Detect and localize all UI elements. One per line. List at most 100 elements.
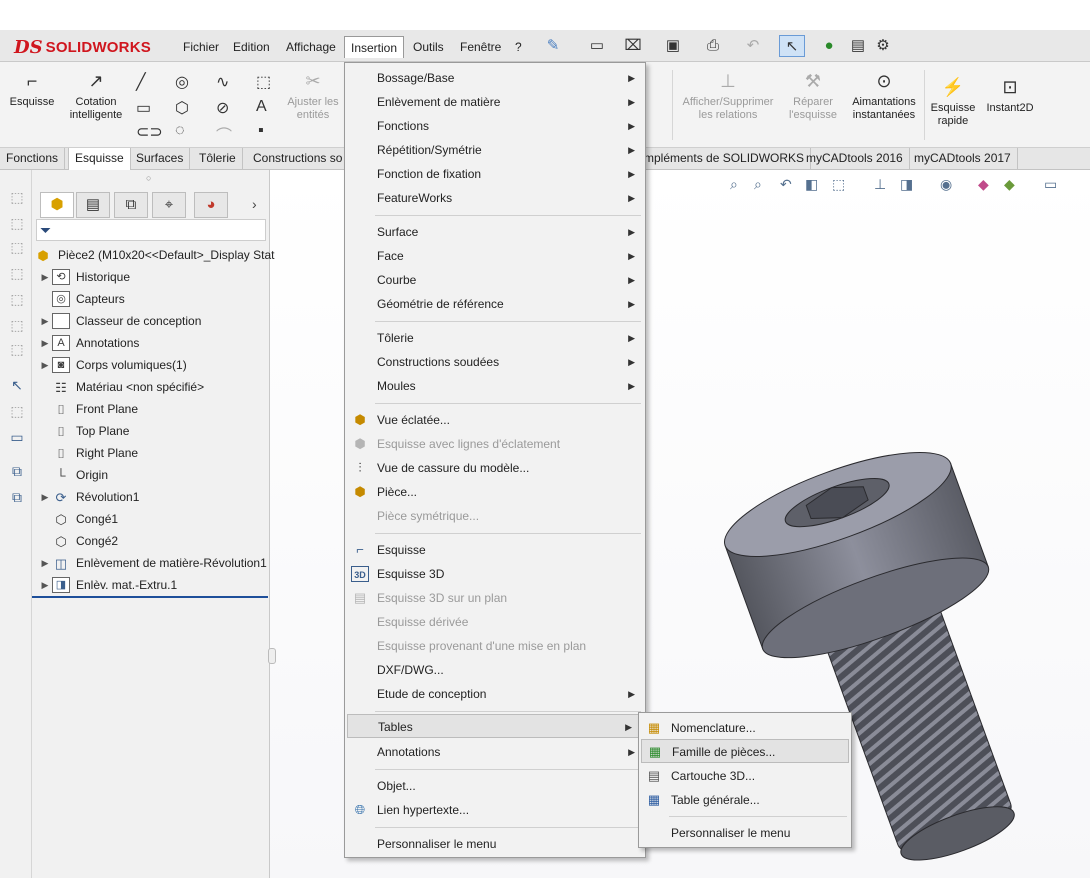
expand-arrow-icon[interactable]: ▶ <box>38 486 52 508</box>
menu-item-bossage-base[interactable]: Bossage/Base ▶ <box>345 66 645 90</box>
options-gear-icon[interactable]: ⚙ <box>870 35 896 57</box>
property-manager-tab-icon[interactable]: ▤ <box>76 192 110 218</box>
zoom-to-area-icon[interactable]: ⌕ <box>754 176 762 193</box>
tab-surfaces[interactable]: Surfaces <box>130 148 191 170</box>
menu-item-repetition-symetrie[interactable]: Répétition/Symétrie ▶ <box>345 138 645 162</box>
menu-item-fonctions[interactable]: Fonctions ▶ <box>345 114 645 138</box>
slot-icon[interactable]: ⊂⊃ <box>136 122 163 142</box>
menu-item-geometrie-reference[interactable]: Géométrie de référence ▶ <box>345 292 645 316</box>
menu-item-personnaliser[interactable]: Personnaliser le menu <box>345 832 645 856</box>
expand-arrow-icon[interactable]: ▶ <box>38 310 52 332</box>
apply-scene-icon[interactable]: ◆ <box>978 176 989 193</box>
spline-icon[interactable]: ∿ <box>216 72 229 92</box>
menu-item-esquisse[interactable]: ⌐ Esquisse <box>345 538 645 562</box>
strip-copy-icon[interactable]: ⧉ <box>8 488 26 506</box>
tab-complements-solidworks[interactable]: mpléments de SOLIDWORKS <box>638 148 812 170</box>
strip-feature-icon[interactable]: ⬚ <box>8 214 26 232</box>
menu-item-vue-cassure[interactable]: ⫶ Vue de cassure du modèle... <box>345 456 645 480</box>
menu-item-annotations[interactable]: Annotations ▶ <box>345 740 645 764</box>
menu-insertion[interactable]: Insertion <box>344 36 405 58</box>
reparer-esquisse-button[interactable]: ⚒ Réparer l'esquisse <box>784 70 842 122</box>
tab-fonctions[interactable]: Fonctions <box>0 148 66 170</box>
fillet-icon[interactable]: ⌒ <box>216 122 232 146</box>
center-mark-icon[interactable]: ▪ <box>258 122 264 140</box>
menu-item-famille-pieces[interactable]: ▦ Famille de pièces... <box>641 739 849 763</box>
menu-item-face[interactable]: Face ▶ <box>345 244 645 268</box>
strip-feature-icon[interactable]: ⬚ <box>8 238 26 256</box>
edit-appearance-icon[interactable]: ◉ <box>940 176 952 193</box>
hide-show-items-icon[interactable]: ◨ <box>900 176 913 193</box>
menu-item-piece[interactable]: ⬢ Pièce... <box>345 480 645 504</box>
tree-item[interactable]: ⬡ Congé1 <box>38 508 118 530</box>
tabs-next-icon[interactable]: › <box>252 196 257 212</box>
tree-item[interactable]: ⌷ Top Plane <box>38 420 129 442</box>
tab-tolerie[interactable]: Tôlerie <box>193 148 243 170</box>
menu-item-esquisse-3d[interactable]: 3D Esquisse 3D <box>345 562 645 586</box>
view-settings-icon[interactable]: ◆ <box>1004 176 1015 193</box>
menu-item-table-generale[interactable]: ▦ Table générale... <box>639 788 851 812</box>
expand-arrow-icon[interactable]: ▶ <box>38 332 52 354</box>
point-icon[interactable]: ◌ <box>175 122 185 140</box>
menu-item-fonction-fixation[interactable]: Fonction de fixation ▶ <box>345 162 645 186</box>
expand-arrow-icon[interactable]: ▶ <box>38 266 52 288</box>
convert-entities-icon[interactable]: ⬚ <box>256 72 271 92</box>
menu-item-constructions-soudees[interactable]: Constructions soudées ▶ <box>345 350 645 374</box>
view-orientation-icon[interactable]: ⬚ <box>832 176 845 193</box>
display-manager-tab-icon[interactable]: ◕ <box>194 192 228 218</box>
open-folder-icon[interactable]: ⌧ <box>620 35 646 57</box>
rebuild-traffic-light-icon[interactable]: ● <box>816 35 842 57</box>
expand-arrow-icon[interactable]: ▶ <box>38 354 52 376</box>
menu-item-featureworks[interactable]: FeatureWorks ▶ <box>345 186 645 210</box>
expand-arrow-icon[interactable]: ▶ <box>38 574 52 596</box>
menu-item-moules[interactable]: Moules ▶ <box>345 374 645 398</box>
afficher-relations-button[interactable]: ⊥ Afficher/Supprimer les relations <box>676 70 780 122</box>
tree-item[interactable]: ▶ ◨ Enlèv. mat.-Extru.1 <box>38 574 177 596</box>
dimxpert-tab-icon[interactable]: ⌖ <box>152 192 186 218</box>
menu-item-etude-conception[interactable]: Etude de conception ▶ <box>345 682 645 706</box>
menu-item-vue-eclatee[interactable]: ⬢ Vue éclatée... <box>345 408 645 432</box>
rectangle-icon[interactable]: ▭ <box>136 98 151 118</box>
menu-fichier[interactable]: Fichier <box>177 36 225 58</box>
new-document-icon[interactable]: ▭ <box>584 35 610 57</box>
strip-feature-icon[interactable]: ⬚ <box>8 340 26 358</box>
configuration-manager-tab-icon[interactable]: ⧉ <box>114 192 148 218</box>
strip-tool-icon[interactable]: ⬚ <box>8 402 26 420</box>
panel-grip-icon[interactable]: ○ <box>146 173 151 183</box>
instant2d-button[interactable]: ⊡ Instant2D <box>982 76 1038 115</box>
menu-item-lien-hypertexte[interactable]: 🌐︎ Lien hypertexte... <box>345 798 645 822</box>
tree-item[interactable]: ▶ ⟳ Révolution1 <box>38 486 140 508</box>
menu-item-objet[interactable]: Objet... <box>345 774 645 798</box>
menu-affichage[interactable]: Affichage <box>280 36 342 58</box>
menu-item-tolerie[interactable]: Tôlerie ▶ <box>345 326 645 350</box>
tab-constructions-soudees[interactable]: Constructions so <box>247 148 350 170</box>
strip-copy-icon[interactable]: ⧉ <box>8 462 26 480</box>
menu-item-enlevement-matiere[interactable]: Enlèvement de matière ▶ <box>345 90 645 114</box>
tree-item[interactable]: ⌷ Front Plane <box>38 398 138 420</box>
aimantations-button[interactable]: ⊙ Aimantations instantanées <box>846 70 922 122</box>
cotation-intelligente-button[interactable]: ↗ Cotation intelligente <box>62 70 130 122</box>
solidworks-logo[interactable]: DS SOLIDWORKS <box>14 36 151 58</box>
pin-icon[interactable]: ✎ <box>540 35 566 57</box>
ajuster-entites-button[interactable]: ✂ Ajuster les entités <box>284 70 342 122</box>
menu-fenetre[interactable]: Fenêtre <box>454 36 507 58</box>
previous-view-icon[interactable]: ↶ <box>780 176 792 193</box>
ellipse-icon[interactable]: ⊘ <box>216 98 229 118</box>
tree-item[interactable]: ◎ Capteurs <box>38 288 125 310</box>
file-properties-icon[interactable]: ▤ <box>845 35 871 57</box>
menu-item-surface[interactable]: Surface ▶ <box>345 220 645 244</box>
tree-item[interactable]: ▶ Classeur de conception <box>38 310 201 332</box>
strip-feature-icon[interactable]: ⬚ <box>8 316 26 334</box>
strip-display-icon[interactable]: ▭ <box>8 428 26 446</box>
esquisse-button[interactable]: ⌐ Esquisse <box>6 70 58 109</box>
zoom-to-fit-icon[interactable]: ⌕ <box>730 176 738 193</box>
tree-item[interactable]: ▶ ⟲ Historique <box>38 266 130 288</box>
tab-esquisse[interactable]: Esquisse <box>68 148 131 170</box>
menu-item-courbe[interactable]: Courbe ▶ <box>345 268 645 292</box>
display-style-icon[interactable]: ⊥ <box>874 176 886 193</box>
tree-filter-box[interactable]: ⏷ <box>36 219 266 241</box>
menu-outils[interactable]: Outils <box>407 36 450 58</box>
menu-item-cartouche-3d[interactable]: ▤ Cartouche 3D... <box>639 764 851 788</box>
undo-icon[interactable]: ↶ <box>740 35 766 57</box>
tree-item[interactable]: └ Origin <box>38 464 108 486</box>
tab-mycadtools-2016[interactable]: myCADtools 2016 <box>800 148 910 170</box>
